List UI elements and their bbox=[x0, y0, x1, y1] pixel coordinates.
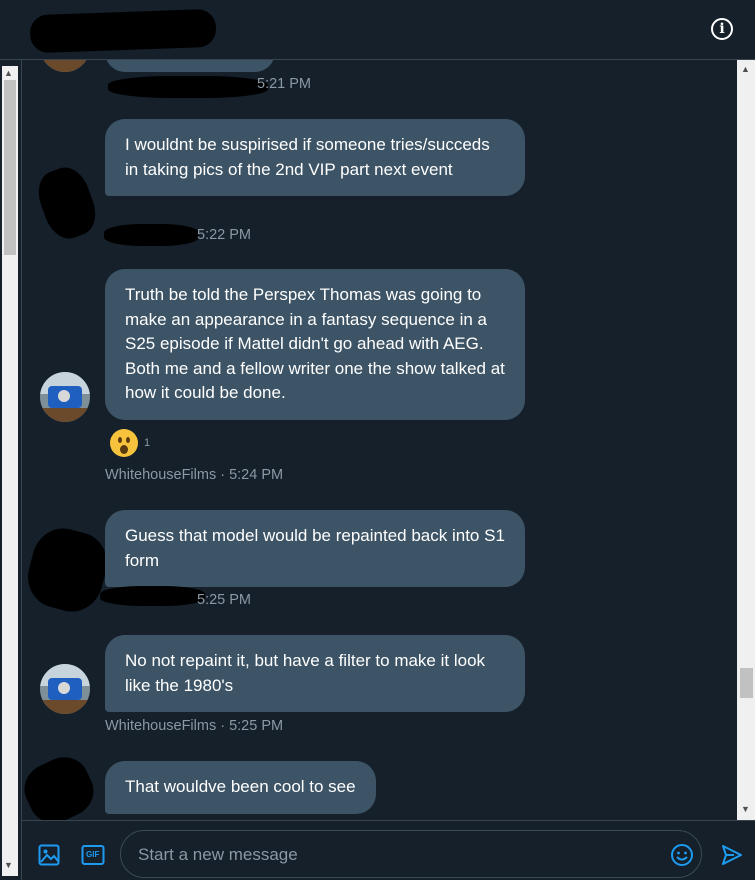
message-bubble[interactable]: No not repaint it, but have a filter to … bbox=[105, 635, 525, 712]
message-input[interactable]: Start a new message bbox=[120, 830, 702, 878]
send-icon[interactable] bbox=[720, 843, 744, 867]
right-scrollbar-thumb[interactable] bbox=[740, 668, 753, 698]
surprised-emoji-icon bbox=[110, 429, 138, 457]
avatar[interactable] bbox=[40, 664, 90, 714]
avatar[interactable] bbox=[40, 372, 90, 422]
reaction-badge[interactable]: 1 bbox=[110, 429, 150, 457]
message-bubble[interactable]: Truth be told the Perspex Thomas was goi… bbox=[105, 269, 525, 420]
gif-label: GIF bbox=[86, 850, 100, 859]
scroll-down-icon[interactable]: ▼ bbox=[741, 804, 750, 814]
message-list[interactable]: 5:21 PM I wouldnt be suspirised if someo… bbox=[22, 60, 737, 820]
message-meta: 5:25 PM bbox=[197, 592, 251, 608]
redacted-avatar bbox=[31, 161, 103, 245]
redacted-avatar bbox=[22, 521, 115, 619]
scroll-down-icon[interactable]: ▼ bbox=[4, 860, 13, 870]
avatar[interactable] bbox=[40, 60, 90, 72]
reaction-count: 1 bbox=[144, 437, 151, 449]
gif-icon[interactable]: GIF bbox=[81, 844, 105, 866]
message-text: Guess that model would be repainted back… bbox=[125, 526, 505, 570]
scroll-up-icon[interactable]: ▲ bbox=[4, 68, 13, 78]
message-meta: 5:22 PM bbox=[197, 227, 251, 243]
message-meta: 5:21 PM bbox=[257, 76, 311, 92]
redacted-username bbox=[100, 586, 205, 606]
info-icon[interactable]: i bbox=[711, 18, 733, 40]
redacted-username bbox=[108, 76, 268, 98]
emoji-icon[interactable] bbox=[670, 843, 694, 867]
message-meta: WhitehouseFilms · 5:24 PM bbox=[105, 467, 284, 483]
redacted-username bbox=[104, 224, 199, 246]
redacted-name bbox=[29, 8, 217, 54]
message-bubble[interactable] bbox=[105, 60, 275, 72]
image-icon[interactable] bbox=[38, 844, 60, 866]
message-bubble[interactable]: Guess that model would be repainted back… bbox=[105, 510, 525, 587]
message-text: I wouldnt be suspirised if someone tries… bbox=[125, 135, 490, 179]
message-text: That wouldve been cool to see bbox=[125, 777, 356, 796]
right-scrollbar[interactable] bbox=[737, 60, 755, 820]
redacted-avatar bbox=[22, 748, 102, 820]
scroll-up-icon[interactable]: ▲ bbox=[741, 64, 750, 74]
message-bubble[interactable]: That wouldve been cool to see bbox=[105, 761, 376, 814]
conversation-header: g i bbox=[0, 0, 755, 60]
message-input-placeholder: Start a new message bbox=[138, 845, 298, 864]
message-meta: WhitehouseFilms · 5:25 PM bbox=[105, 718, 284, 734]
message-text: Truth be told the Perspex Thomas was goi… bbox=[125, 285, 505, 402]
left-scrollbar-thumb[interactable] bbox=[4, 80, 16, 255]
message-text: No not repaint it, but have a filter to … bbox=[125, 651, 486, 695]
message-bubble[interactable]: I wouldnt be suspirised if someone tries… bbox=[105, 119, 525, 196]
